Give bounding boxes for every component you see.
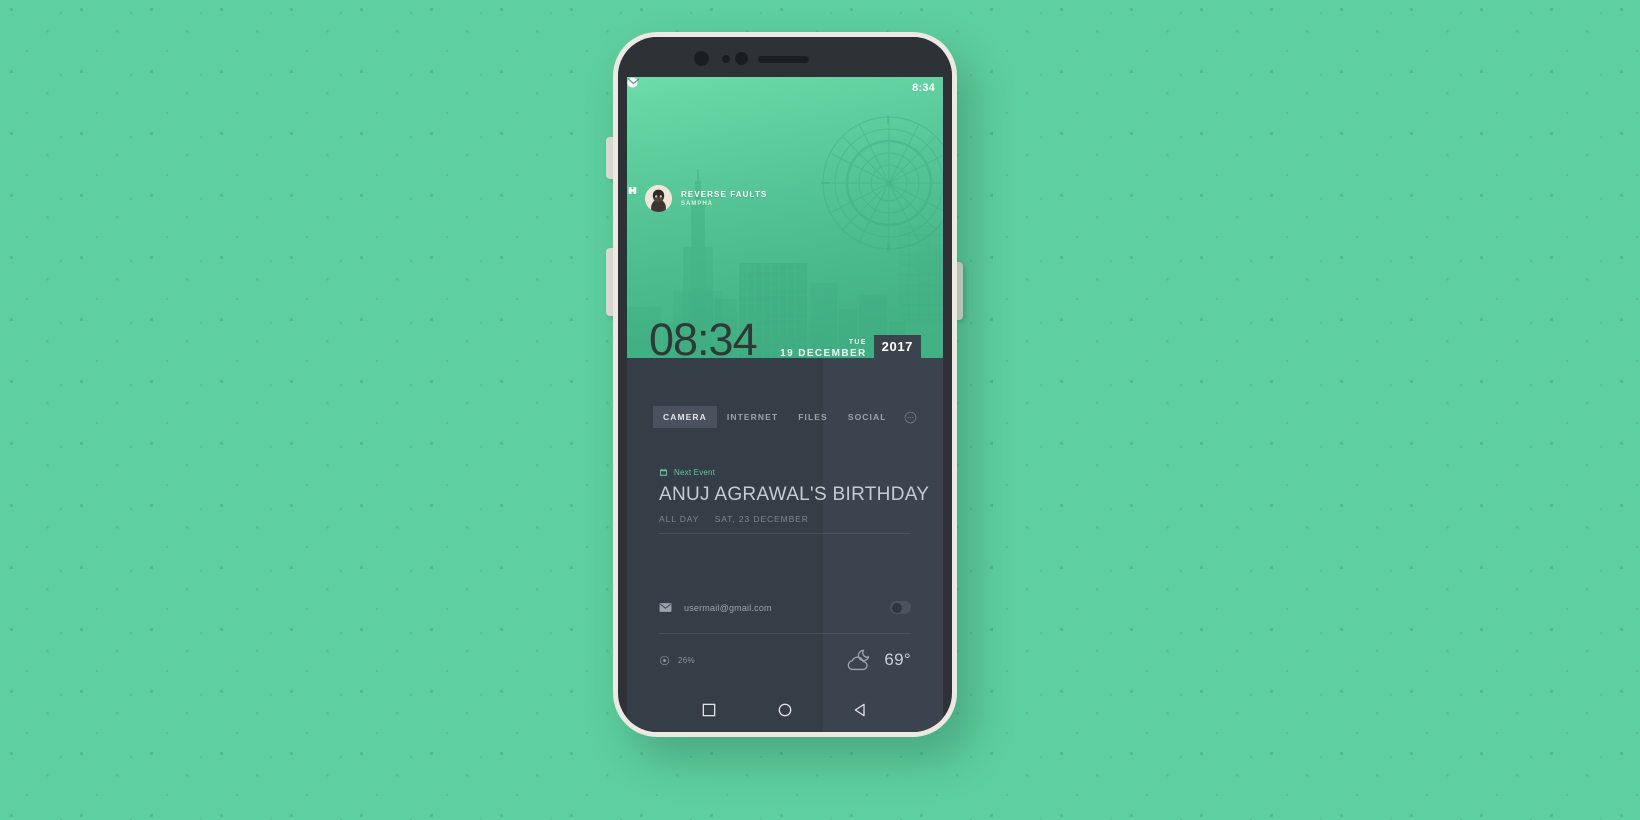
next-event-label: Next Event	[674, 468, 716, 477]
wallpaper-region: 8:34 REVERSE FAULTS SAMPHA 08:34 TUE 19 …	[627, 77, 943, 358]
divider-bottom	[627, 633, 943, 634]
music-player-widget[interactable]: REVERSE FAULTS SAMPHA	[627, 185, 943, 212]
album-art-avatar	[645, 185, 672, 212]
next-event-subtitle: ALL DAY SAT, 23 DECEMBER	[659, 514, 911, 524]
divider-top	[627, 533, 943, 534]
date-day-of-week: TUE	[848, 339, 867, 346]
date-block: TUE 19 DECEMBER 2017	[780, 335, 921, 358]
circle-icon[interactable]	[777, 702, 793, 718]
date-text-column: TUE 19 DECEMBER	[780, 339, 867, 358]
weather-temperature: 69°	[884, 650, 911, 669]
category-tab-bar: CAMERA INTERNET FILES SOCIAL	[627, 406, 943, 428]
tab-internet[interactable]: INTERNET	[717, 406, 788, 428]
next-event-title: ANUJ AGRAWAL'S BIRTHDAY	[659, 484, 930, 505]
mail-toggle[interactable]	[890, 601, 911, 614]
date-year-badge: 2017	[873, 335, 921, 358]
cloudy-night-icon	[848, 649, 870, 671]
chevron-down-icon[interactable]	[627, 77, 640, 86]
proximity-sensor-icon	[722, 55, 730, 63]
battery-circle-icon	[659, 655, 670, 665]
phone-device: 8:34 REVERSE FAULTS SAMPHA 08:34 TUE 19 …	[613, 32, 957, 737]
track-title: REVERSE FAULTS	[681, 190, 768, 199]
front-camera-icon	[694, 51, 709, 66]
tab-internet-label: INTERNET	[726, 412, 779, 422]
triangle-back-icon[interactable]	[853, 702, 869, 718]
tab-files-label: FILES	[798, 412, 828, 422]
desktop-backdrop: 8:34 REVERSE FAULTS SAMPHA 08:34 TUE 19 …	[0, 0, 1640, 820]
tab-social-label: SOCIAL	[847, 412, 887, 422]
lockscreen-clock-block: 08:34 TUE 19 DECEMBER 2017	[627, 314, 943, 358]
mail-toggle-knob	[891, 602, 902, 613]
status-bar-clock: 8:34	[912, 82, 935, 94]
event-date: SAT, 23 DECEMBER	[714, 514, 809, 524]
status-bar-system-icons: 8:34	[627, 77, 935, 94]
calendar-icon	[659, 468, 668, 476]
tab-social[interactable]: SOCIAL	[838, 406, 897, 428]
info-panel: CAMERA INTERNET FILES SOCIAL Next Event …	[627, 358, 943, 687]
envelope-icon	[659, 603, 672, 612]
overflow-circle-icon[interactable]	[904, 411, 917, 424]
next-event-section[interactable]: Next Event ANUJ AGRAWAL'S BIRTHDAY ALL D…	[627, 468, 943, 524]
tab-camera-label: CAMERA	[663, 412, 707, 422]
navbar-gloss-overlay	[627, 687, 823, 732]
pause-icon[interactable]	[627, 185, 638, 196]
square-icon[interactable]	[701, 702, 717, 718]
battery-percent: 26%	[678, 655, 695, 665]
phone-body: 8:34 REVERSE FAULTS SAMPHA 08:34 TUE 19 …	[618, 37, 952, 732]
tab-files[interactable]: FILES	[788, 406, 838, 428]
mail-row[interactable]: usermail@gmail.com	[627, 601, 943, 614]
android-navigation-bar	[627, 687, 943, 732]
date-day-month: 19 DECEMBER	[780, 348, 867, 358]
next-event-header: Next Event	[659, 468, 911, 477]
light-sensor-icon	[735, 52, 748, 65]
phone-screen: 8:34 REVERSE FAULTS SAMPHA 08:34 TUE 19 …	[627, 77, 943, 687]
event-all-day: ALL DAY	[659, 514, 700, 524]
clock-time: 08:34	[649, 314, 758, 358]
weather-readout: 69°	[845, 648, 911, 672]
status-bar: 8:34	[627, 77, 943, 99]
mail-address: usermail@gmail.com	[684, 602, 772, 613]
weather-battery-row: 26% 69°	[627, 636, 943, 684]
phone-top-bezel	[618, 37, 952, 77]
music-metadata: REVERSE FAULTS SAMPHA	[681, 190, 767, 207]
earpiece-speaker	[758, 56, 809, 63]
tab-camera[interactable]: CAMERA	[653, 406, 717, 428]
track-artist: SAMPHA	[681, 201, 714, 207]
